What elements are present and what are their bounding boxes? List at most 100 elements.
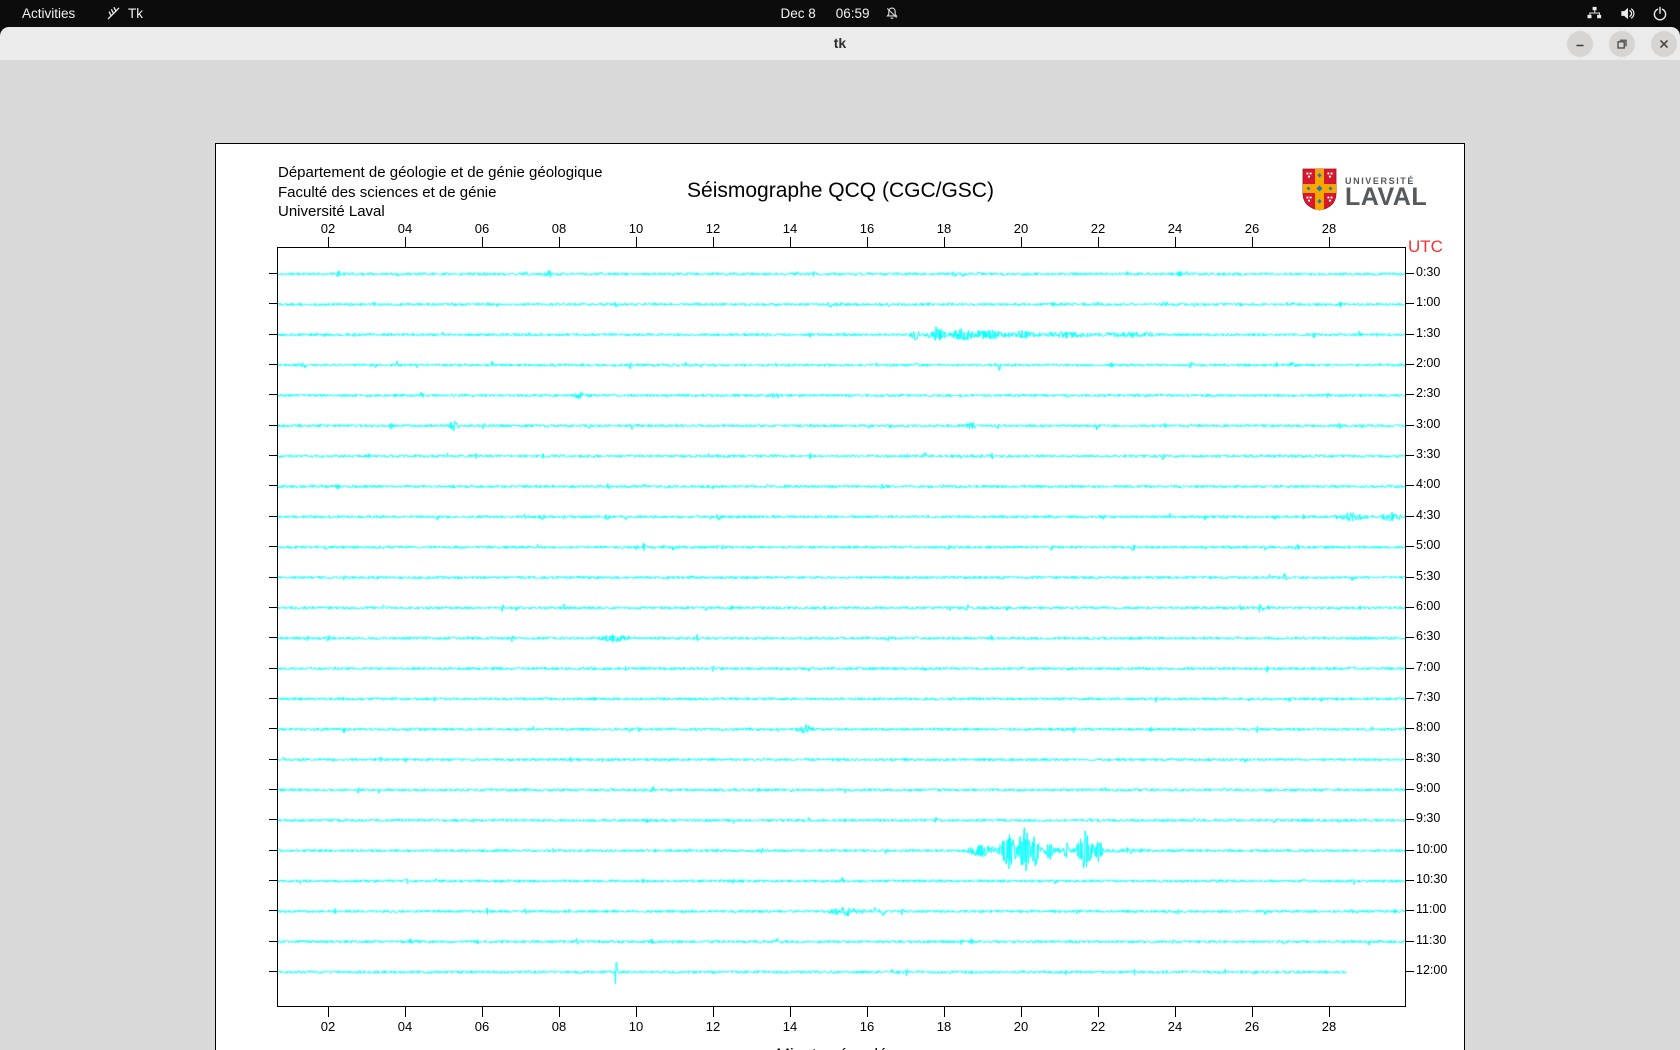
x-axis-label-bottom: 18	[924, 1019, 964, 1034]
x-axis-tick-top	[482, 237, 483, 247]
trace-time-label: 8:00	[1416, 720, 1440, 734]
window-content: Département de géologie et de génie géol…	[0, 60, 1680, 1050]
maximize-button[interactable]	[1609, 31, 1635, 57]
x-axis-label-top: 12	[693, 221, 733, 236]
trace-tick-right	[1406, 273, 1414, 274]
x-axis-label-top: 04	[385, 221, 425, 236]
trace-tick-right	[1406, 485, 1414, 486]
x-axis-label-top: 02	[308, 221, 348, 236]
trace-tick-right	[1406, 455, 1414, 456]
trace-time-label: 10:30	[1416, 872, 1447, 886]
trace-time-label: 0:30	[1416, 265, 1440, 279]
trace-tick-left	[269, 971, 277, 972]
trace-time-label: 11:30	[1416, 933, 1446, 947]
network-icon	[1586, 5, 1603, 22]
x-axis-label-top: 28	[1309, 221, 1349, 236]
x-axis-label-bottom: 06	[462, 1019, 502, 1034]
trace-time-label: 3:00	[1416, 417, 1440, 431]
trace-time-label: 9:30	[1416, 811, 1440, 825]
seismogram-traces	[278, 248, 1405, 1006]
x-axis-label-bottom: 22	[1078, 1019, 1118, 1034]
x-axis-tick-top	[790, 237, 791, 247]
trace-time-label: 5:00	[1416, 538, 1440, 552]
trace-time-label: 4:00	[1416, 477, 1440, 491]
x-axis-title: Minutes écoulées	[277, 1046, 1404, 1050]
trace-tick-right	[1406, 941, 1414, 942]
trace-time-label: 12:00	[1416, 963, 1447, 977]
laval-shield-icon	[1302, 168, 1337, 216]
trace-time-label: 7:00	[1416, 660, 1440, 674]
trace-tick-left	[269, 819, 277, 820]
close-button[interactable]	[1651, 31, 1677, 57]
x-axis-label-top: 18	[924, 221, 964, 236]
trace-time-label: 7:30	[1416, 690, 1440, 704]
x-axis-tick-bottom	[559, 1007, 560, 1017]
trace-tick-right	[1406, 698, 1414, 699]
trace-tick-left	[269, 910, 277, 911]
x-axis-tick-bottom	[1329, 1007, 1330, 1017]
x-axis-label-bottom: 26	[1232, 1019, 1272, 1034]
trace-tick-left	[269, 880, 277, 881]
trace-tick-left	[269, 668, 277, 669]
x-axis-label-bottom: 08	[539, 1019, 579, 1034]
x-axis-tick-bottom	[328, 1007, 329, 1017]
trace-time-label: 8:30	[1416, 751, 1440, 765]
x-axis-tick-bottom	[1175, 1007, 1176, 1017]
trace-tick-right	[1406, 910, 1414, 911]
clock-time: 06:59	[836, 6, 870, 21]
trace-time-label: 1:00	[1416, 295, 1440, 309]
x-axis-label-bottom: 04	[385, 1019, 425, 1034]
window-titlebar[interactable]: tk	[0, 27, 1680, 61]
x-axis-tick-top	[867, 237, 868, 247]
trace-tick-right	[1406, 880, 1414, 881]
trace-time-label: 2:00	[1416, 356, 1440, 370]
trace-time-label: 11:00	[1416, 902, 1446, 916]
x-axis-tick-top	[713, 237, 714, 247]
trace-tick-right	[1406, 971, 1414, 972]
x-axis-label-top: 22	[1078, 221, 1118, 236]
app-indicator-label: Tk	[128, 6, 143, 21]
trace-time-label: 2:30	[1416, 386, 1440, 400]
trace-tick-left	[269, 759, 277, 760]
trace-time-label: 5:30	[1416, 569, 1440, 583]
trace-tick-right	[1406, 516, 1414, 517]
trace-tick-right	[1406, 577, 1414, 578]
trace-tick-left	[269, 698, 277, 699]
trace-time-label: 6:00	[1416, 599, 1440, 613]
app-indicator[interactable]: Tk	[106, 0, 143, 27]
clock-menu[interactable]: Dec 8 06:59	[780, 0, 899, 27]
trace-time-label: 3:30	[1416, 447, 1440, 461]
x-axis-tick-top	[1021, 237, 1022, 247]
trace-tick-right	[1406, 637, 1414, 638]
x-axis-tick-bottom	[405, 1007, 406, 1017]
trace-tick-left	[269, 607, 277, 608]
x-axis-tick-bottom	[1021, 1007, 1022, 1017]
trace-tick-left	[269, 273, 277, 274]
trace-tick-left	[269, 394, 277, 395]
trace-tick-left	[269, 728, 277, 729]
x-axis-label-bottom: 24	[1155, 1019, 1195, 1034]
system-status-menu[interactable]	[1586, 0, 1668, 27]
notifications-muted-icon	[885, 6, 900, 21]
x-axis-tick-top	[944, 237, 945, 247]
x-axis-tick-top	[636, 237, 637, 247]
activities-button[interactable]: Activities	[12, 3, 85, 24]
x-axis-label-top: 08	[539, 221, 579, 236]
trace-tick-left	[269, 516, 277, 517]
trace-tick-left	[269, 637, 277, 638]
x-axis-label-top: 10	[616, 221, 656, 236]
x-axis-tick-top	[559, 237, 560, 247]
x-axis-label-top: 24	[1155, 221, 1195, 236]
laval-logo-large-text: LAVAL	[1345, 186, 1427, 208]
trace-tick-right	[1406, 850, 1414, 851]
minimize-button[interactable]	[1567, 31, 1593, 57]
trace-tick-right	[1406, 668, 1414, 669]
x-axis-label-bottom: 02	[308, 1019, 348, 1034]
power-icon	[1652, 6, 1668, 22]
trace-tick-right	[1406, 364, 1414, 365]
desktop: Activities Tk Dec 8 06:59	[0, 0, 1680, 1050]
plot-area	[277, 247, 1406, 1007]
x-axis-label-top: 16	[847, 221, 887, 236]
trace-tick-left	[269, 364, 277, 365]
x-axis-label-bottom: 10	[616, 1019, 656, 1034]
